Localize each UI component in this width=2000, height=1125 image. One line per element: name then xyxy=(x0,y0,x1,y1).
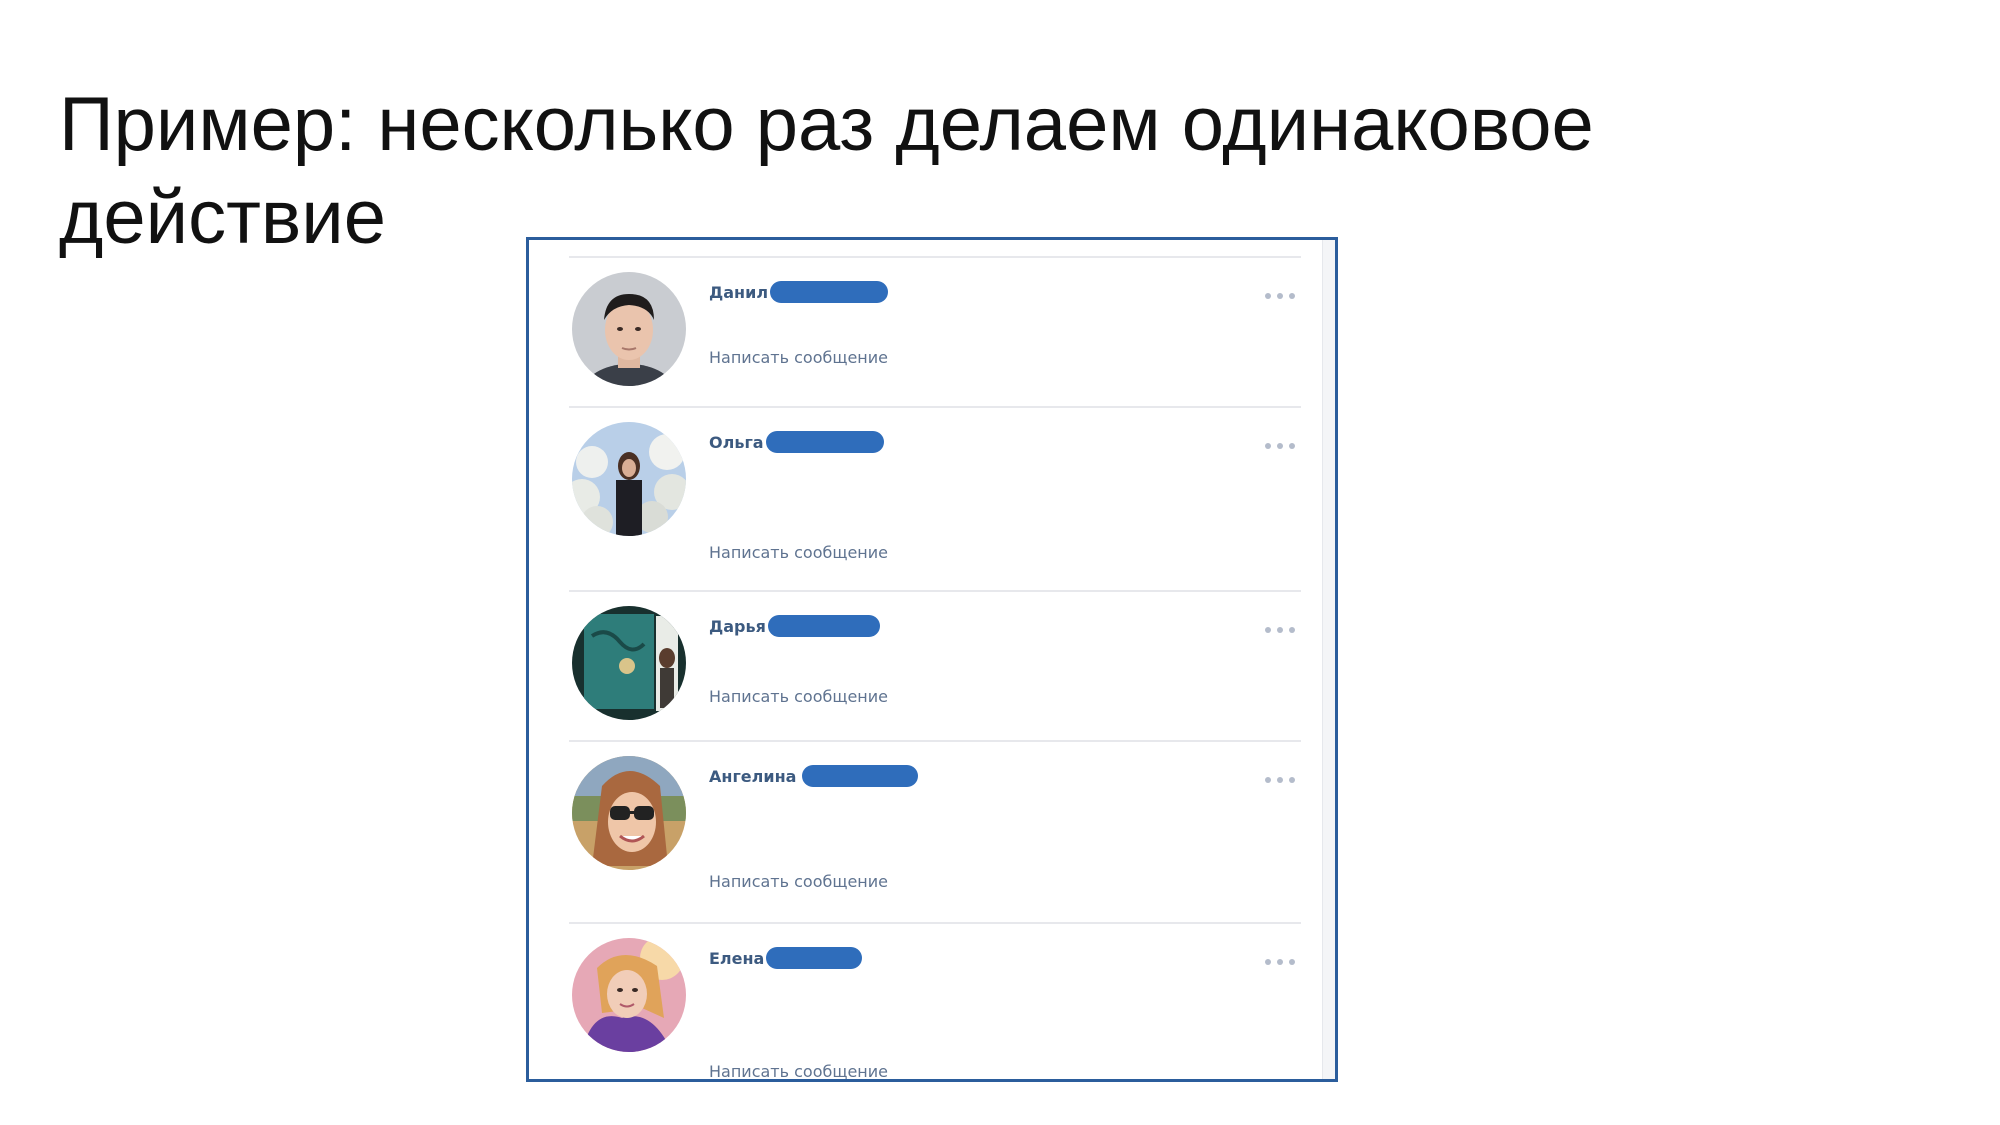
friend-row: Ольга Написать сообщение xyxy=(569,406,1301,592)
friends-list-screenshot: Данил Написать сообщение Ольга Написать … xyxy=(526,237,1338,1082)
write-message-link[interactable]: Написать сообщение xyxy=(709,348,888,367)
write-message-link[interactable]: Написать сообщение xyxy=(709,872,888,891)
friend-row: Елена Написать сообщение xyxy=(569,922,1301,1079)
more-options-icon[interactable] xyxy=(1265,290,1295,302)
avatar[interactable] xyxy=(572,756,686,870)
write-message-link[interactable]: Написать сообщение xyxy=(709,1062,888,1079)
avatar[interactable] xyxy=(572,606,686,720)
friend-name[interactable]: Ольга xyxy=(709,433,764,452)
friend-row: Данил Написать сообщение xyxy=(569,256,1301,406)
redacted-surname xyxy=(802,765,919,787)
friend-name[interactable]: Данил xyxy=(709,283,768,302)
scrollbar[interactable] xyxy=(1322,240,1335,1079)
more-options-icon[interactable] xyxy=(1265,956,1295,968)
redacted-surname xyxy=(766,947,863,969)
more-options-icon[interactable] xyxy=(1265,440,1295,452)
friend-row: Ангелина Написать сообщение xyxy=(569,740,1301,924)
redacted-surname xyxy=(770,281,889,303)
avatar[interactable] xyxy=(572,938,686,1052)
write-message-link[interactable]: Написать сообщение xyxy=(709,543,888,562)
friend-name[interactable]: Дарья xyxy=(709,617,766,636)
friend-name[interactable]: Ангелина xyxy=(709,767,796,786)
friend-row: Дарья Написать сообщение xyxy=(569,590,1301,740)
avatar[interactable] xyxy=(572,422,686,536)
redacted-surname xyxy=(767,615,880,637)
friend-name[interactable]: Елена xyxy=(709,949,764,968)
more-options-icon[interactable] xyxy=(1265,624,1295,636)
avatar[interactable] xyxy=(572,272,686,386)
more-options-icon[interactable] xyxy=(1265,774,1295,786)
write-message-link[interactable]: Написать сообщение xyxy=(709,687,888,706)
redacted-surname xyxy=(765,431,884,453)
